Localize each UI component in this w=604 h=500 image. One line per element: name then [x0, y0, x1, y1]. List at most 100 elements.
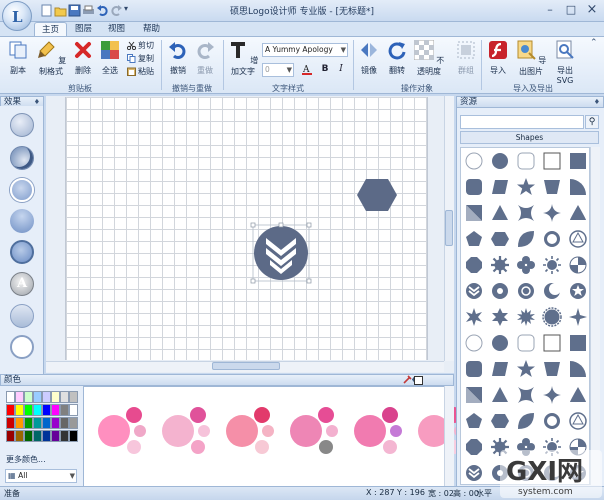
group-objects-button[interactable]: 群组: [454, 38, 478, 82]
shape-hexagon-icon[interactable]: [490, 229, 510, 249]
search-icon[interactable]: ⚲: [585, 115, 599, 129]
duplicate-button[interactable]: 复制: [127, 53, 154, 65]
shape-octagon-icon[interactable]: [464, 255, 484, 275]
color-swatch[interactable]: [33, 391, 42, 403]
export-svg-button[interactable]: 导出SVG: [550, 38, 580, 85]
undo-button[interactable]: 撤销: [166, 38, 190, 82]
shape-spark-4-icon[interactable]: [568, 307, 588, 327]
color-swatch[interactable]: [33, 404, 42, 416]
color-scheme-item[interactable]: [288, 401, 344, 461]
flip-button[interactable]: 翻转: [384, 38, 410, 82]
shape-triangle-rounded-icon[interactable]: [568, 385, 588, 405]
shape-triskelion-icon[interactable]: [568, 229, 588, 249]
color-swatch[interactable]: [51, 404, 60, 416]
shape-trapezoid-icon[interactable]: [542, 359, 562, 379]
color-scheme-item[interactable]: [224, 401, 280, 461]
shape-parallelogram-icon[interactable]: [490, 359, 510, 379]
color-swatch[interactable]: [60, 404, 69, 416]
shape-hexagon-icon[interactable]: [490, 411, 510, 431]
redo-button[interactable]: 重做: [193, 38, 217, 82]
cut-button[interactable]: 剪切: [127, 40, 154, 52]
select-all-button[interactable]: 全选: [97, 38, 123, 82]
effect-gradient-icon[interactable]: [10, 304, 34, 328]
color-swatch[interactable]: [24, 417, 33, 429]
shape-sun-rays-icon[interactable]: [542, 255, 562, 275]
shape-square-outline-icon[interactable]: [542, 333, 562, 353]
color-swatch[interactable]: [69, 430, 78, 442]
shape-star-badge-icon[interactable]: [568, 281, 588, 301]
shape-burst-8-icon[interactable]: [464, 307, 484, 327]
effect-shadow-icon[interactable]: [10, 146, 34, 170]
tab-help[interactable]: 帮助: [136, 22, 167, 37]
color-scheme-item[interactable]: [96, 401, 152, 461]
tab-layers[interactable]: 图层: [68, 22, 99, 37]
canvas-vertical-scroll-thumb[interactable]: [445, 210, 453, 246]
color-swatch[interactable]: [24, 430, 33, 442]
shape-square-outline-icon[interactable]: [542, 151, 562, 171]
color-swatch[interactable]: [24, 404, 33, 416]
maximize-button[interactable]: □: [561, 2, 581, 18]
color-swatch[interactable]: [51, 417, 60, 429]
delete-button[interactable]: 删除: [71, 38, 95, 82]
color-swatch[interactable]: [60, 391, 69, 403]
shape-circle-filled-icon[interactable]: [490, 151, 510, 171]
shape-star-six-icon[interactable]: [490, 307, 510, 327]
tab-home[interactable]: 主页: [34, 22, 68, 37]
color-scheme-item[interactable]: [160, 401, 216, 461]
color-swatch[interactable]: [6, 430, 15, 442]
shape-circle-dot-icon[interactable]: [516, 281, 536, 301]
shape-rounded-square-outline-icon[interactable]: [516, 333, 536, 353]
shape-quarter-circle-icon[interactable]: [568, 359, 588, 379]
shape-circle-outline-icon[interactable]: [464, 333, 484, 353]
resource-category-select[interactable]: Shapes: [460, 131, 599, 144]
color-scheme-scrollbar[interactable]: [444, 386, 454, 486]
effect-reflection-icon[interactable]: [10, 209, 34, 233]
export-image-button[interactable]: 导出图片: [513, 38, 549, 82]
shape-parallelogram-icon[interactable]: [490, 177, 510, 197]
shape-square-filled-icon[interactable]: [568, 333, 588, 353]
color-swatch[interactable]: [15, 404, 24, 416]
color-swatch[interactable]: [51, 430, 60, 442]
shape-square-diagonal-icon[interactable]: [464, 203, 484, 223]
shape-triangle-icon[interactable]: [490, 385, 510, 405]
color-swatch[interactable]: [24, 391, 33, 403]
color-swatch[interactable]: [6, 417, 15, 429]
color-swatch[interactable]: [42, 391, 51, 403]
shape-triskelion-icon[interactable]: [568, 411, 588, 431]
color-swatch[interactable]: [15, 430, 24, 442]
close-button[interactable]: ×: [582, 2, 602, 18]
color-swatch[interactable]: [42, 404, 51, 416]
add-text-button[interactable]: 增加文字: [226, 38, 260, 82]
shape-concave-square-icon[interactable]: [516, 385, 536, 405]
effect-outline-icon[interactable]: [10, 335, 34, 359]
paste-button[interactable]: 粘贴: [127, 66, 154, 78]
shape-star-four-curved-icon[interactable]: [542, 203, 562, 223]
resource-search-input[interactable]: [460, 115, 584, 129]
color-scheme-item[interactable]: [352, 401, 408, 461]
shape-burst-12-icon[interactable]: [516, 307, 536, 327]
color-swatch[interactable]: [15, 417, 24, 429]
shape-star-five-icon[interactable]: [516, 177, 536, 197]
shape-pie-quarter-icon[interactable]: [568, 255, 588, 275]
current-color-swatch[interactable]: [414, 376, 423, 385]
color-swatch[interactable]: [15, 391, 24, 403]
shape-square-filled-icon[interactable]: [568, 151, 588, 171]
shape-rounded-square-filled-icon[interactable]: [464, 359, 484, 379]
tab-view[interactable]: 视图: [101, 22, 132, 37]
pin-icon[interactable]: ♦: [594, 97, 600, 108]
color-swatch[interactable]: [6, 391, 15, 403]
shape-donut-icon[interactable]: [490, 281, 510, 301]
app-menu-button[interactable]: L: [2, 1, 32, 31]
font-color-button[interactable]: A: [300, 63, 314, 77]
shape-chevron-badge-icon[interactable]: [464, 463, 484, 483]
shape-triangle-icon[interactable]: [490, 203, 510, 223]
shape-quarter-circle-icon[interactable]: [568, 177, 588, 197]
color-swatch[interactable]: [60, 430, 69, 442]
design-canvas-grid[interactable]: [65, 97, 428, 360]
effect-text-icon[interactable]: A: [10, 272, 34, 296]
shape-trapezoid-icon[interactable]: [542, 177, 562, 197]
color-swatch[interactable]: [42, 417, 51, 429]
format-copy-button[interactable]: 复制格式: [33, 38, 69, 82]
font-size-select[interactable]: 0 ▼: [262, 63, 294, 77]
canvas-horizontal-scroll-thumb[interactable]: [212, 362, 280, 370]
